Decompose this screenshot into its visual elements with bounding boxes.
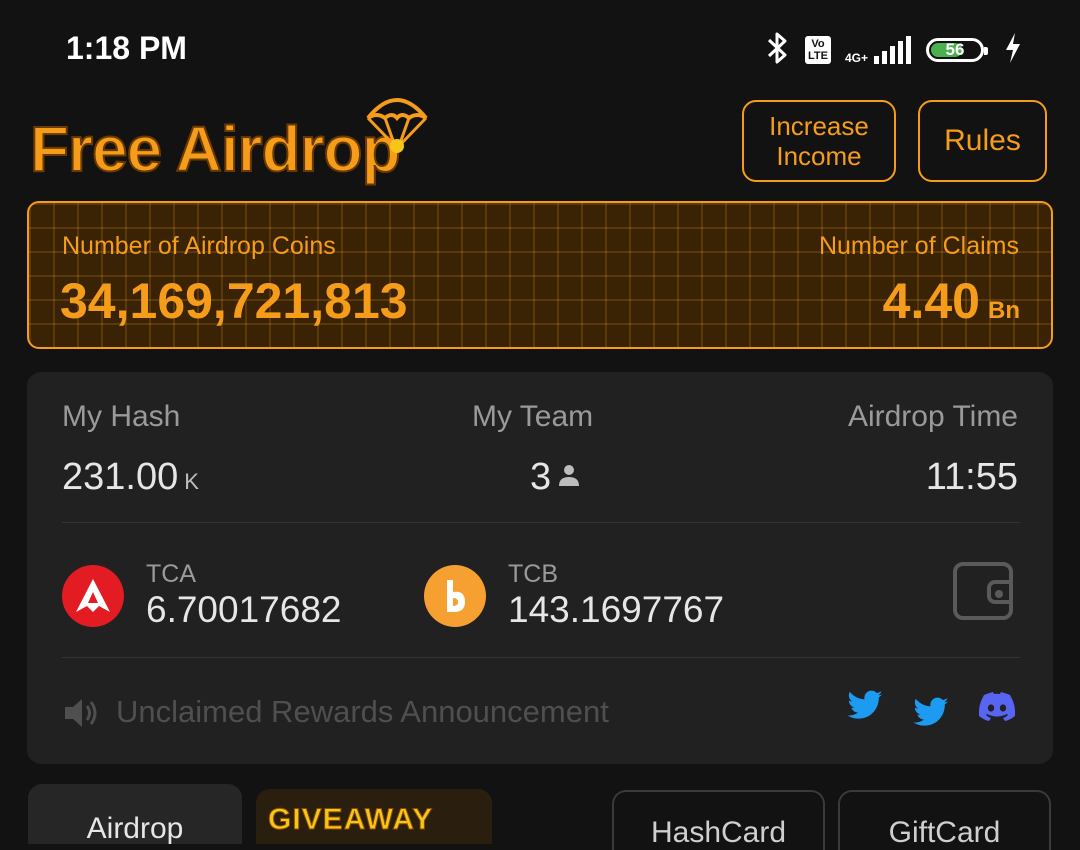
battery-level: 56 <box>945 40 965 59</box>
wallet-icon[interactable] <box>953 562 1013 620</box>
app-logo: Free Airdrop <box>29 112 402 186</box>
tab-giftcard[interactable]: GiftCard <box>838 790 1051 850</box>
twitter-icon[interactable] <box>912 697 950 734</box>
airdrop-time-value: 11:55 <box>925 456 1018 498</box>
tab-giveaway[interactable]: GIVEAWAY <box>256 789 492 844</box>
my-hash-label: My Hash <box>62 400 181 433</box>
discord-icon[interactable] <box>978 692 1016 727</box>
my-team-label: My Team <box>472 400 594 433</box>
tca-balance[interactable]: TCA 6.70017682 <box>62 560 341 631</box>
claims-value: 4.40 <box>882 273 980 329</box>
rules-button[interactable]: Rules <box>918 100 1047 182</box>
status-icons: Vo LTE 4G+ 56 <box>763 30 1022 70</box>
airdrop-coins-value: 34,169,721,813 <box>60 273 408 329</box>
signal-icon: 4G+ <box>845 36 912 64</box>
battery-icon: 56 <box>926 38 988 62</box>
tca-name: TCA <box>146 560 196 588</box>
tca-coin-icon <box>62 564 124 627</box>
twitter-icon[interactable] <box>846 690 884 727</box>
tcb-balance[interactable]: TCB 143.1697767 <box>424 560 724 631</box>
charging-icon <box>1004 32 1022 68</box>
wallet-pocket <box>987 580 1013 604</box>
my-hash-unit: K <box>184 469 199 494</box>
tcb-name: TCB <box>508 560 558 588</box>
tcb-coin-icon <box>424 564 486 627</box>
divider <box>62 657 1020 658</box>
claims-unit: Bn <box>988 297 1020 324</box>
bluetooth-icon <box>763 31 791 70</box>
my-team-value: 3 <box>530 456 552 498</box>
speaker-icon <box>62 694 100 737</box>
divider <box>62 522 1020 523</box>
tca-amount: 6.70017682 <box>146 589 342 630</box>
giveaway-label: GIVEAWAY <box>267 803 434 837</box>
network-type: 4G+ <box>844 51 868 65</box>
person-icon <box>557 463 581 492</box>
volte-icon: Vo LTE <box>805 36 831 64</box>
my-team[interactable]: 3 <box>530 456 581 499</box>
tab-hashcard[interactable]: HashCard <box>612 790 825 850</box>
tcb-amount: 143.1697767 <box>508 589 725 630</box>
parachute-icon <box>362 88 432 163</box>
my-hash-value: 231.00 <box>62 456 179 498</box>
claims-label: Number of Claims <box>818 232 1019 260</box>
unclaimed-rewards-announcement[interactable]: Unclaimed Rewards Announcement <box>116 694 609 730</box>
airdrop-coins-label: Number of Airdrop Coins <box>62 232 336 260</box>
claims-count: 4.40 Bn <box>883 272 1020 330</box>
my-hash[interactable]: 231.00 K <box>62 456 199 499</box>
status-time: 1:18 PM <box>66 30 187 66</box>
tab-airdrop[interactable]: Airdrop <box>28 784 242 845</box>
increase-income-button[interactable]: Increase Income <box>742 100 896 182</box>
wallet-dot <box>995 590 1003 598</box>
airdrop-time-label: Airdrop Time <box>847 400 1018 433</box>
